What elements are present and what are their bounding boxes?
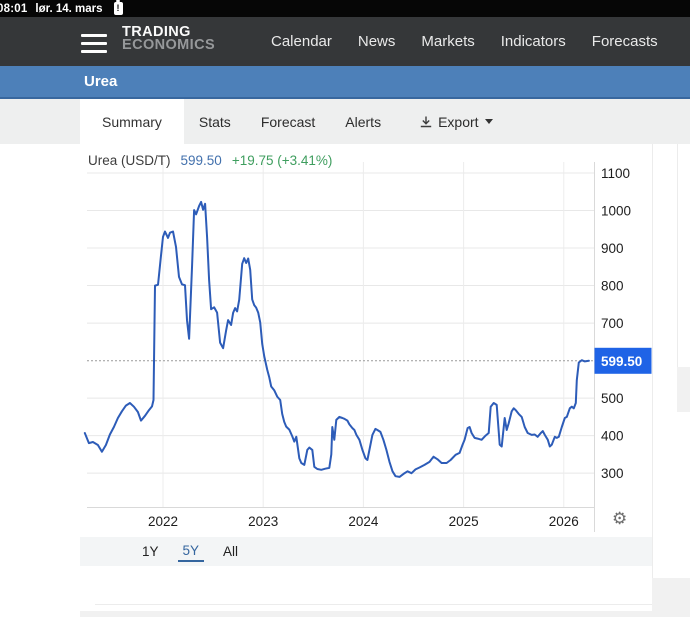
export-label: Export bbox=[438, 114, 478, 130]
system-status-bar: 08:01 lør. 14. mars ! bbox=[0, 0, 690, 17]
svg-text:300: 300 bbox=[601, 466, 624, 481]
background-column-line bbox=[652, 144, 653, 578]
hamburger-icon[interactable] bbox=[81, 34, 107, 58]
quote-price: 599.50 bbox=[181, 153, 222, 168]
background-divider bbox=[95, 604, 652, 605]
battery-low-icon: ! bbox=[114, 2, 123, 15]
next-section-header bbox=[80, 611, 652, 617]
background-cell bbox=[677, 367, 690, 412]
svg-text:2024: 2024 bbox=[348, 514, 379, 529]
background-column-line bbox=[677, 144, 678, 368]
svg-text:2025: 2025 bbox=[449, 514, 479, 529]
tab-stats[interactable]: Stats bbox=[184, 99, 246, 144]
tab-summary[interactable]: Summary bbox=[80, 99, 184, 144]
quote-symbol: Urea (USD/T) bbox=[88, 153, 171, 168]
svg-text:500: 500 bbox=[601, 391, 624, 406]
svg-text:2026: 2026 bbox=[549, 514, 579, 529]
tab-forecast[interactable]: Forecast bbox=[246, 99, 330, 144]
nav-item-markets[interactable]: Markets bbox=[421, 33, 474, 50]
page-title: Urea bbox=[84, 73, 117, 90]
svg-text:1000: 1000 bbox=[601, 204, 631, 219]
nav-item-forecasts[interactable]: Forecasts bbox=[592, 33, 658, 50]
caret-down-icon bbox=[485, 119, 493, 124]
range-all[interactable]: All bbox=[223, 542, 238, 561]
range-5y[interactable]: 5Y bbox=[178, 541, 205, 562]
svg-text:400: 400 bbox=[601, 429, 624, 444]
date-label: lør. 14. mars bbox=[35, 3, 102, 15]
tab-bar-spacer bbox=[0, 99, 80, 144]
logo-line2: ECONOMICS bbox=[122, 39, 215, 52]
tab-bar: Summary Stats Forecast Alerts Export bbox=[0, 99, 690, 144]
main-nav: Calendar News Markets Indicators Forecas… bbox=[271, 17, 658, 66]
tab-alerts[interactable]: Alerts bbox=[330, 99, 396, 144]
svg-text:2023: 2023 bbox=[248, 514, 278, 529]
quote-line: Urea (USD/T) 599.50 +19.75 (+3.41%) bbox=[88, 153, 332, 168]
page-title-bar: Urea bbox=[0, 66, 690, 99]
trading-economics-logo[interactable]: TRADING ECONOMICS bbox=[122, 26, 215, 51]
site-header: TRADING ECONOMICS Calendar News Markets … bbox=[0, 17, 690, 66]
gear-icon[interactable]: ⚙ bbox=[612, 508, 627, 530]
nav-item-indicators[interactable]: Indicators bbox=[501, 33, 566, 50]
download-icon bbox=[419, 115, 433, 129]
nav-item-calendar[interactable]: Calendar bbox=[271, 33, 332, 50]
svg-text:599.50: 599.50 bbox=[601, 354, 642, 369]
svg-text:700: 700 bbox=[601, 316, 624, 331]
nav-item-news[interactable]: News bbox=[358, 33, 396, 50]
clock: 08:01 bbox=[0, 3, 27, 15]
svg-text:900: 900 bbox=[601, 241, 624, 256]
range-1y[interactable]: 1Y bbox=[142, 542, 159, 561]
quote-change: +19.75 (+3.41%) bbox=[232, 153, 333, 168]
background-cell bbox=[652, 578, 690, 617]
export-button[interactable]: Export bbox=[404, 99, 507, 144]
svg-text:1100: 1100 bbox=[601, 166, 630, 181]
range-selector: 1Y 5Y All bbox=[80, 537, 652, 566]
svg-text:800: 800 bbox=[601, 279, 624, 294]
svg-text:2022: 2022 bbox=[148, 514, 178, 529]
